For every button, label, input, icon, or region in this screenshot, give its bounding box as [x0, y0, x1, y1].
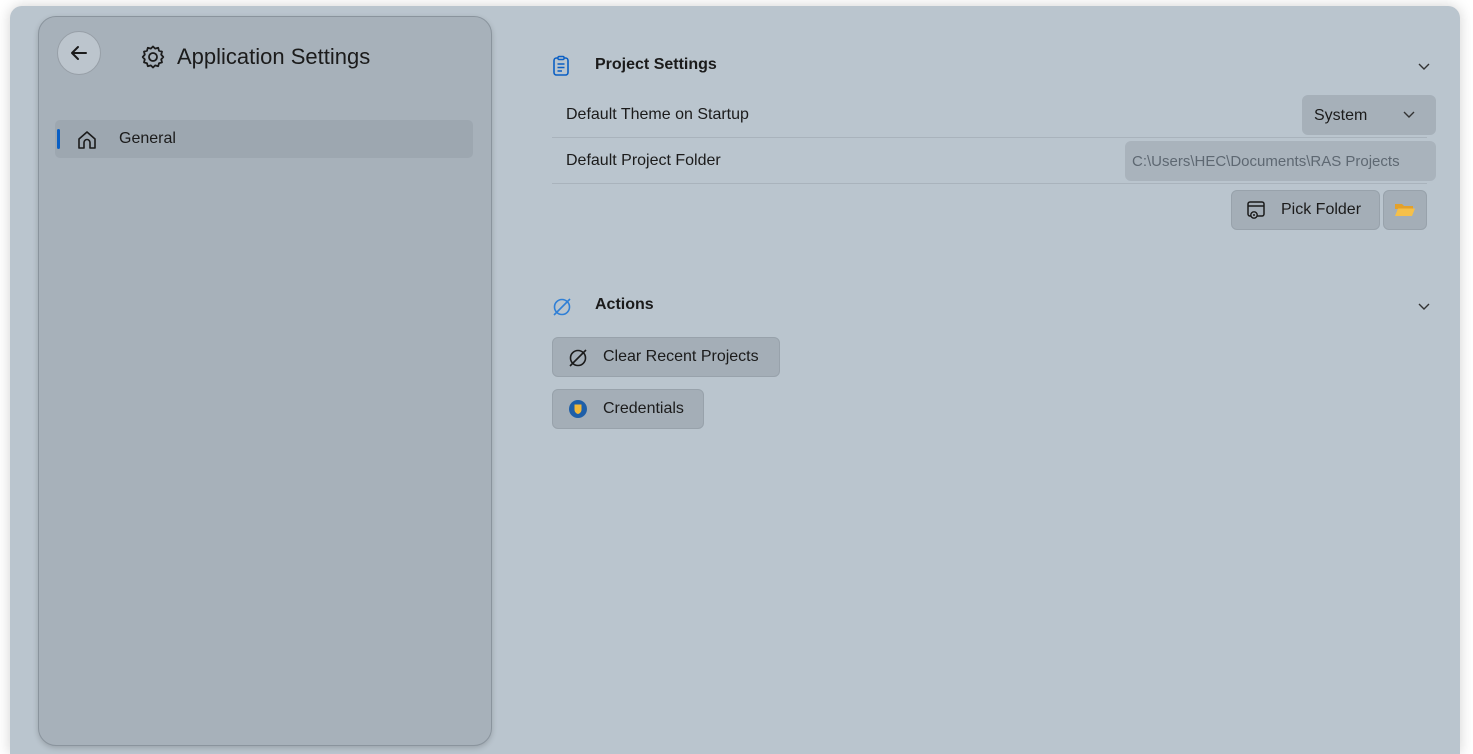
- back-button[interactable]: [57, 31, 101, 75]
- chevron-down-icon: [1403, 111, 1415, 118]
- section-title: Actions: [595, 296, 654, 313]
- section-title: Project Settings: [595, 56, 717, 73]
- sidebar-item-label: General: [119, 130, 176, 147]
- theme-select-value: System: [1314, 107, 1368, 124]
- credentials-button[interactable]: Credentials: [552, 389, 704, 429]
- clear-recent-projects-button[interactable]: Clear Recent Projects: [552, 337, 780, 377]
- arrow-left-icon: [71, 46, 87, 60]
- folder-label: Default Project Folder: [566, 152, 721, 169]
- credentials-label: Credentials: [603, 400, 684, 417]
- sidebar: Application Settings General: [38, 16, 492, 746]
- clear-icon: [553, 298, 571, 316]
- theme-row: Default Theme on Startup System: [552, 92, 1436, 138]
- credentials-shield-icon: [569, 400, 587, 418]
- chevron-down-icon[interactable]: [1417, 59, 1431, 73]
- folder-search-icon: [1247, 201, 1265, 219]
- sidebar-item-general[interactable]: General: [55, 120, 473, 158]
- project-folder-field[interactable]: [1125, 141, 1436, 181]
- theme-label: Default Theme on Startup: [566, 106, 749, 123]
- settings-window: Application Settings General Project Set…: [10, 6, 1460, 754]
- folder-row: Default Project Folder: [552, 138, 1436, 184]
- open-folder-button[interactable]: [1383, 190, 1427, 230]
- theme-select[interactable]: System: [1302, 95, 1436, 135]
- clear-icon: [569, 349, 587, 367]
- sidebar-title: Application Settings: [177, 44, 371, 69]
- actions-header[interactable]: Actions: [551, 289, 1431, 323]
- gear-icon: [141, 45, 165, 69]
- clear-recent-projects-label: Clear Recent Projects: [603, 348, 759, 365]
- pick-folder-label: Pick Folder: [1281, 201, 1362, 218]
- folder-open-icon: [1395, 204, 1415, 216]
- home-icon: [78, 131, 96, 149]
- chevron-down-icon[interactable]: [1417, 299, 1431, 313]
- sidebar-header: Application Settings: [139, 43, 370, 71]
- pick-folder-button[interactable]: Pick Folder: [1231, 190, 1380, 230]
- project-settings-header[interactable]: Project Settings: [551, 49, 1431, 83]
- clipboard-icon: [553, 55, 569, 76]
- selection-indicator: [57, 129, 60, 149]
